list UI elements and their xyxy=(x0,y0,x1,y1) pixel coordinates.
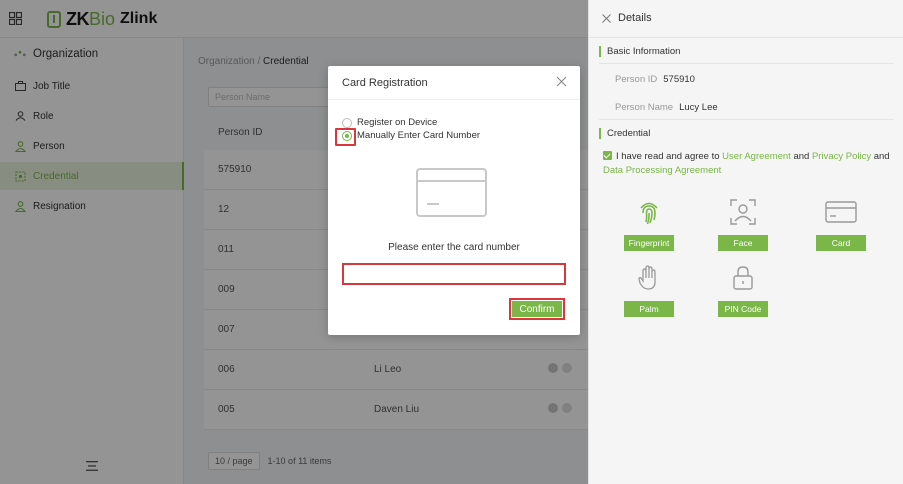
agreement-text: I have read and agree to xyxy=(616,151,720,162)
close-icon[interactable] xyxy=(602,14,611,23)
section-credential: Credential xyxy=(599,128,650,139)
face-button[interactable]: Face xyxy=(718,235,768,251)
card-number-prompt: Please enter the card number xyxy=(388,242,520,253)
details-title: Details xyxy=(618,12,652,24)
and-text: and xyxy=(873,151,890,162)
fingerprint-button[interactable]: Fingerprint xyxy=(624,235,674,251)
person-name-value: Lucy Lee xyxy=(679,102,718,113)
section-basic-information: Basic Information xyxy=(599,46,680,57)
person-id-field: Person ID 575910 xyxy=(615,74,695,85)
credential-palm[interactable]: Palm xyxy=(624,263,674,333)
lock-icon xyxy=(727,263,759,293)
person-id-value: 575910 xyxy=(663,74,695,85)
person-id-label: Person ID xyxy=(615,74,658,85)
details-header: Details xyxy=(589,0,903,38)
radio-manual-card-number[interactable]: Manually Enter Card Number xyxy=(342,130,480,141)
radio-label: Manually Enter Card Number xyxy=(357,130,481,141)
user-agreement-link[interactable]: User Agreement xyxy=(722,151,791,162)
divider xyxy=(599,63,894,64)
card-number-input[interactable] xyxy=(342,263,566,285)
and-text: and xyxy=(793,151,810,162)
agreement-checkbox[interactable] xyxy=(603,151,612,160)
radio-register-on-device[interactable]: Register on Device xyxy=(342,117,437,128)
credential-face[interactable]: Face xyxy=(718,197,768,267)
card-illustration-icon xyxy=(416,168,487,217)
person-name-label: Person Name xyxy=(615,102,674,113)
credential-fingerprint[interactable]: Fingerprint xyxy=(624,197,674,267)
data-processing-agreement-link[interactable]: Data Processing Agreement xyxy=(603,165,721,176)
palm-button[interactable]: Palm xyxy=(624,301,674,317)
face-icon xyxy=(727,197,759,227)
card-button[interactable]: Card xyxy=(816,235,866,251)
privacy-policy-link[interactable]: Privacy Policy xyxy=(812,151,871,162)
credential-card[interactable]: Card xyxy=(816,197,866,267)
person-name-field: Person Name Lucy Lee xyxy=(615,102,718,113)
dialog-header: Card Registration xyxy=(328,66,580,100)
divider xyxy=(599,119,894,120)
details-panel: Details Basic Information Person ID 57591… xyxy=(588,0,903,484)
confirm-button[interactable]: Confirm xyxy=(512,301,562,317)
radio-button[interactable] xyxy=(342,117,352,128)
card-icon xyxy=(825,197,857,227)
close-icon[interactable] xyxy=(556,76,567,87)
pin-code-button[interactable]: PIN Code xyxy=(718,301,768,317)
radio-highlight-box xyxy=(335,128,356,146)
radio-label: Register on Device xyxy=(357,117,438,128)
confirm-highlight-box: Confirm xyxy=(509,298,565,320)
dialog-title: Card Registration xyxy=(342,77,428,89)
palm-icon xyxy=(633,263,665,293)
credential-pin-code[interactable]: PIN Code xyxy=(718,263,768,333)
agreement-consent: I have read and agree to User Agreement … xyxy=(603,150,898,178)
fingerprint-icon xyxy=(633,197,665,227)
